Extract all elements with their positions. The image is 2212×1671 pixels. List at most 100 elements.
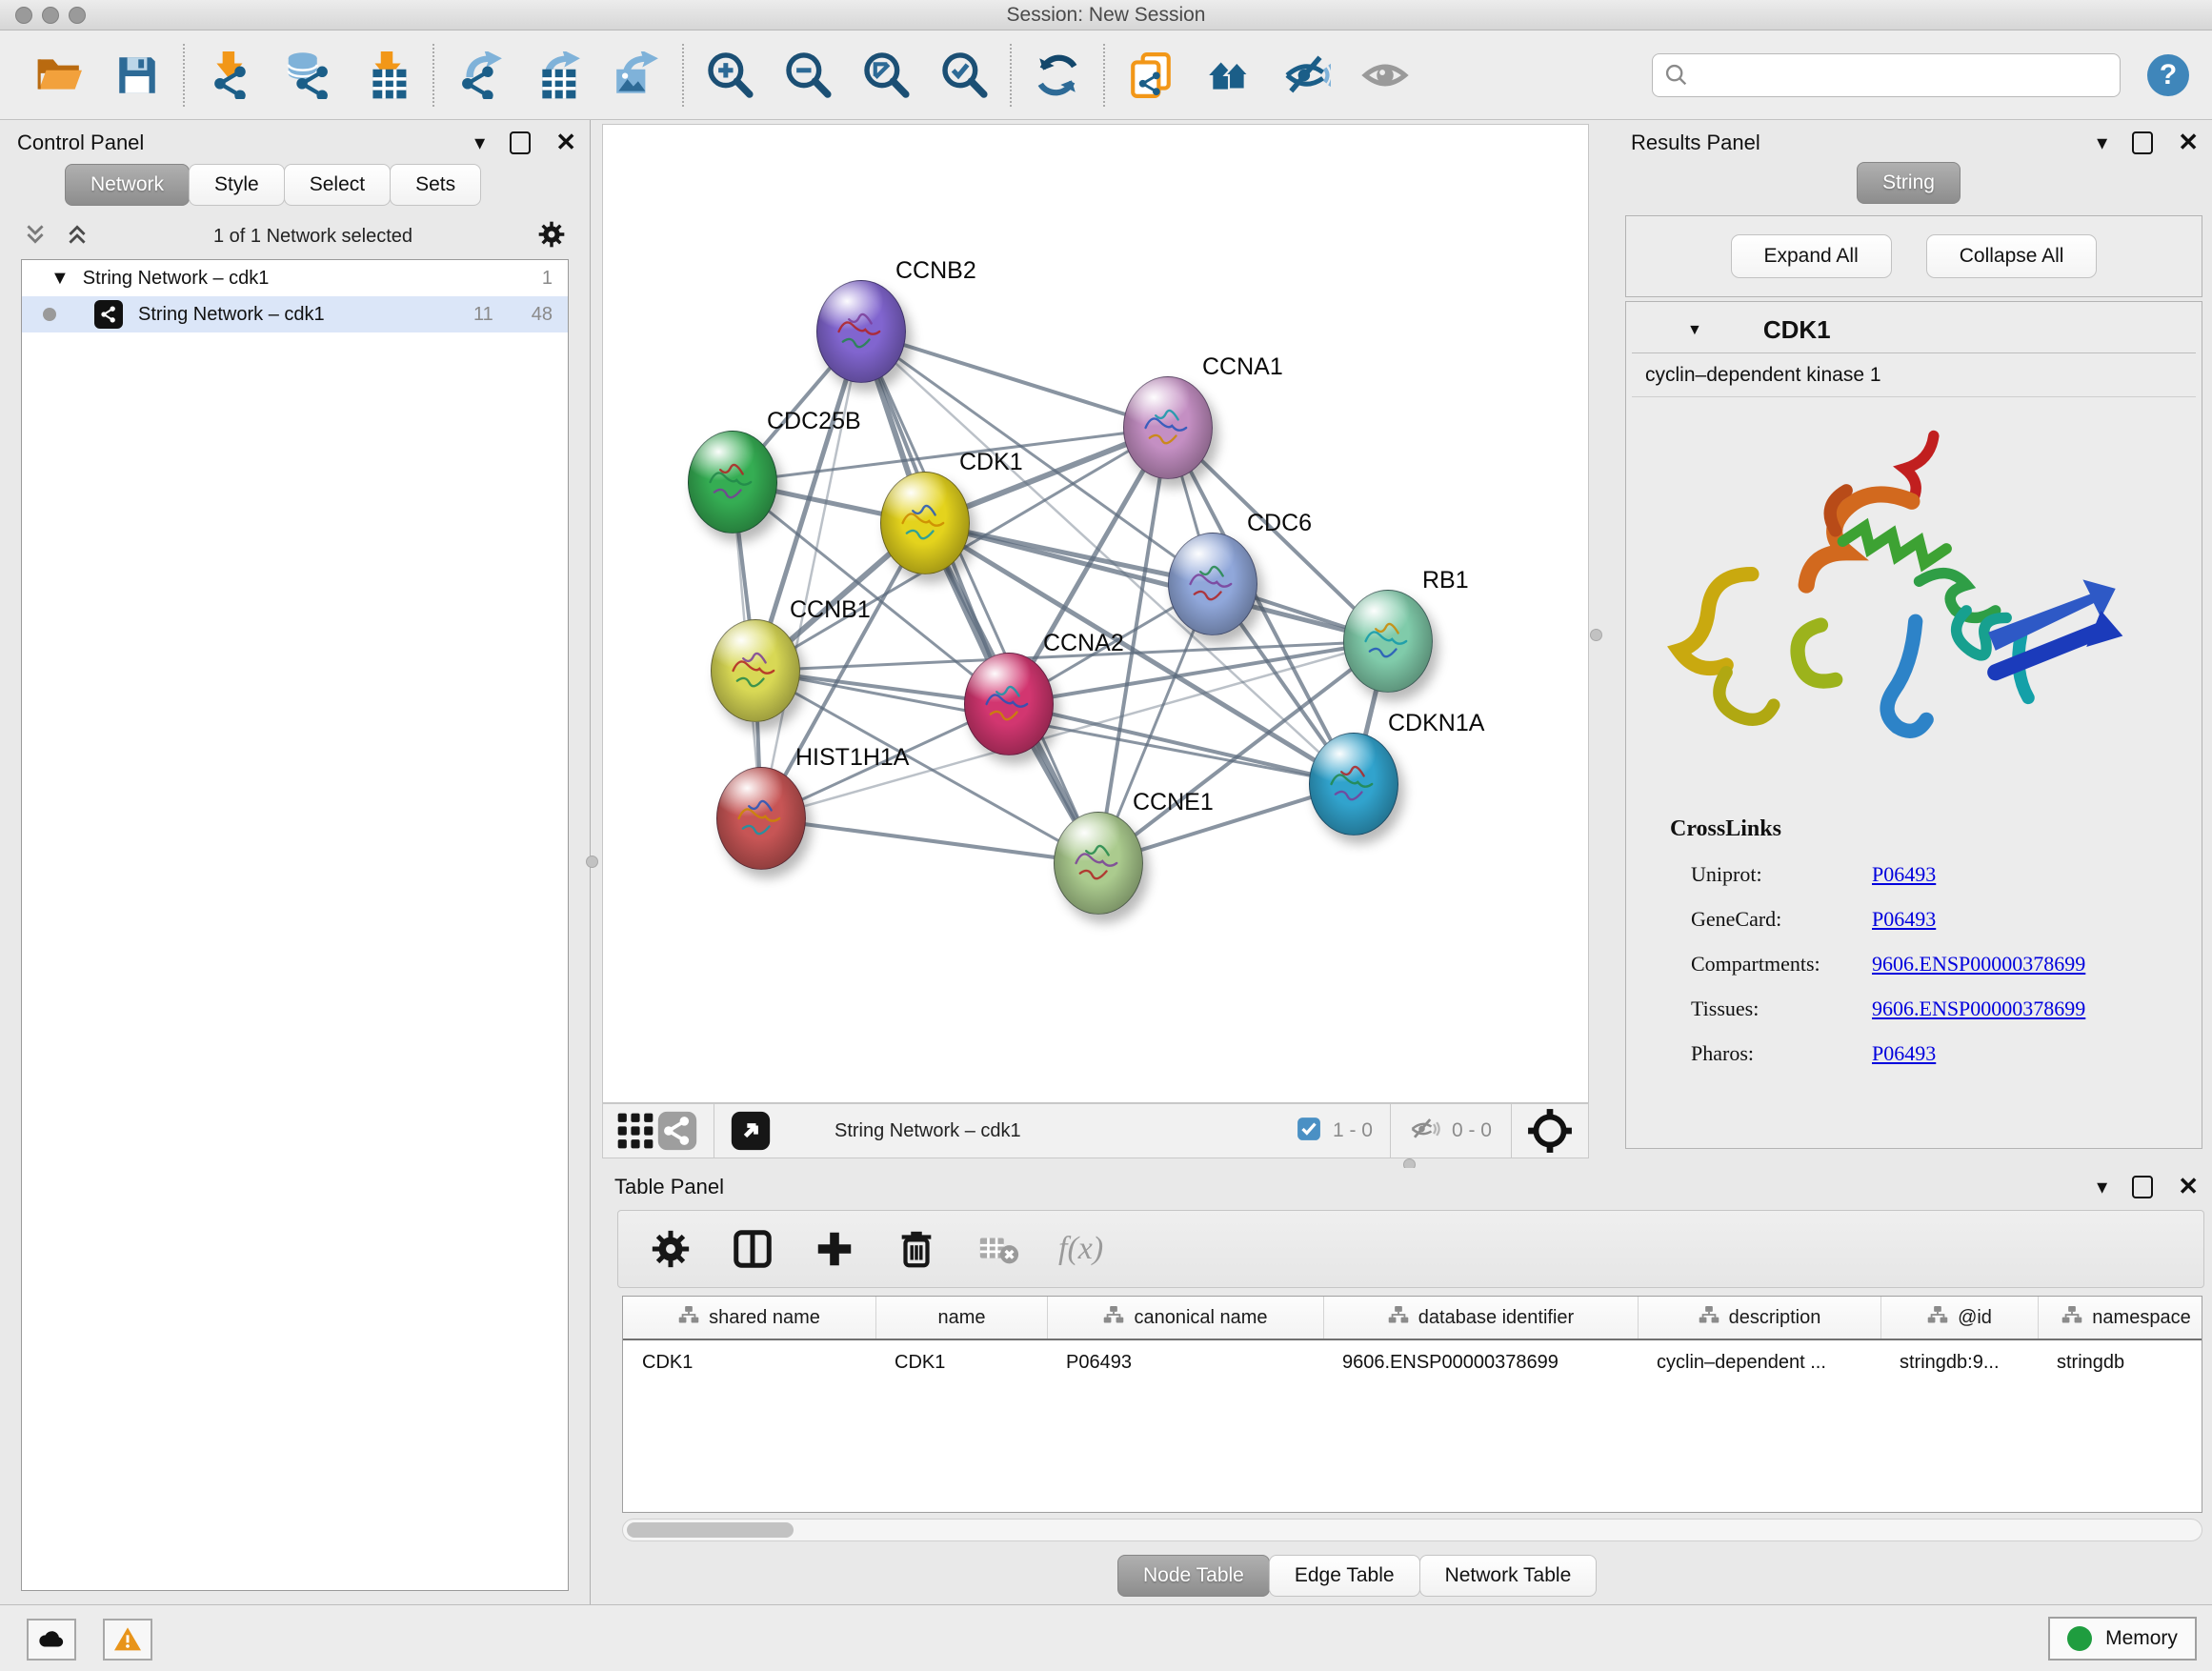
results-panel-menu-icon[interactable]: ▾ — [2097, 131, 2107, 155]
save-session-button[interactable] — [111, 49, 164, 102]
column-header-shared-name[interactable]: shared name — [623, 1297, 875, 1339]
crosslink-pharos-link[interactable]: P06493 — [1872, 1041, 1936, 1066]
crosslink-label: GeneCard: — [1691, 907, 1872, 932]
tab-node-table[interactable]: Node Table — [1117, 1555, 1270, 1597]
delete-column-icon[interactable] — [895, 1227, 938, 1271]
table-panel-float-icon[interactable] — [2132, 1176, 2153, 1198]
navigator-icon[interactable] — [730, 1104, 772, 1158]
tab-network[interactable]: Network — [65, 164, 190, 206]
network-node-CCNA2[interactable] — [964, 653, 1054, 755]
results-panel-close-icon[interactable]: ✕ — [2178, 128, 2199, 157]
column-tree-icon — [2061, 1306, 2082, 1329]
table-cell[interactable]: stringdb:9... — [1880, 1340, 2038, 1384]
control-panel-float-icon[interactable] — [510, 131, 531, 154]
zoom-out-button[interactable] — [781, 49, 835, 102]
table-options-gear-icon[interactable] — [649, 1227, 693, 1271]
network-canvas[interactable]: CCNB2CCNA1CDC25BCDK1CDC6RB1CCNB1CCNA2CDK… — [602, 124, 1589, 1103]
tab-network-table[interactable]: Network Table — [1419, 1555, 1598, 1597]
right-splitter-handle[interactable] — [1590, 629, 1602, 641]
zoom-in-button[interactable] — [703, 49, 756, 102]
network-label: String Network – cdk1 — [138, 304, 325, 326]
left-splitter-handle[interactable] — [586, 856, 598, 868]
crosslink-tissues-link[interactable]: 9606.ENSP00000378699 — [1872, 997, 2085, 1021]
export-image-button[interactable] — [610, 49, 663, 102]
network-node-CDC6[interactable] — [1168, 533, 1257, 635]
expand-all-networks-icon[interactable] — [65, 222, 90, 252]
table-cell[interactable]: CDK1 — [875, 1340, 1047, 1384]
column-header-namespace[interactable]: namespace — [2038, 1297, 2202, 1339]
help-button[interactable]: ? — [2147, 54, 2189, 96]
control-panel-menu-icon[interactable]: ▾ — [474, 131, 485, 155]
column-header-database-identifier[interactable]: database identifier — [1323, 1297, 1638, 1339]
crosslink-uniprot-link[interactable]: P06493 — [1872, 862, 1936, 887]
network-row[interactable]: String Network – cdk1 11 48 — [22, 296, 568, 332]
entry-collapse-icon[interactable]: ▼ — [1687, 322, 1702, 339]
tab-select[interactable]: Select — [284, 164, 391, 206]
crosslink-genecard-link[interactable]: P06493 — [1872, 907, 1936, 932]
tab-sets[interactable]: Sets — [390, 164, 481, 206]
first-neighbors-button[interactable] — [1202, 49, 1256, 102]
create-column-icon[interactable] — [813, 1227, 856, 1271]
network-options-gear-icon[interactable] — [536, 219, 567, 254]
tab-edge-table[interactable]: Edge Table — [1269, 1555, 1420, 1597]
hidden-eye-icon[interactable] — [1408, 1115, 1440, 1148]
show-all-button[interactable] — [1358, 49, 1412, 102]
column-header-canonical-name[interactable]: canonical name — [1047, 1297, 1323, 1339]
entry-header[interactable]: ▼ CDK1 — [1632, 308, 2196, 353]
column-label: @id — [1958, 1307, 1992, 1329]
import-network-database-button[interactable] — [282, 49, 335, 102]
open-file-button[interactable] — [32, 49, 86, 102]
search-input[interactable] — [1652, 53, 2121, 97]
show-columns-icon[interactable] — [731, 1227, 774, 1271]
tab-style[interactable]: Style — [189, 164, 285, 206]
table-horizontal-scrollbar[interactable] — [622, 1519, 2202, 1541]
table-cell[interactable]: 9606.ENSP00000378699 — [1323, 1340, 1638, 1384]
scrollbar-thumb[interactable] — [627, 1522, 794, 1538]
collapse-all-button[interactable]: Collapse All — [1926, 234, 2098, 278]
collapse-all-networks-icon[interactable] — [23, 222, 48, 252]
table-panel-menu-icon[interactable]: ▾ — [2097, 1175, 2107, 1199]
table-cell[interactable]: P06493 — [1047, 1340, 1323, 1384]
memory-status-dot — [2067, 1626, 2092, 1651]
table-cell[interactable]: stringdb — [2038, 1340, 2202, 1384]
hide-selected-button[interactable] — [1280, 49, 1334, 102]
export-table-button[interactable] — [532, 49, 585, 102]
copy-network-button[interactable] — [1124, 49, 1177, 102]
import-table-button[interactable] — [360, 49, 413, 102]
network-node-CDK1[interactable] — [880, 472, 970, 574]
network-node-CDKN1A[interactable] — [1309, 733, 1398, 836]
crosslink-compartments-link[interactable]: 9606.ENSP00000378699 — [1872, 952, 2085, 976]
column-header-name[interactable]: name — [875, 1297, 1047, 1339]
fit-selected-crosshair-icon[interactable] — [1525, 1104, 1575, 1158]
tab-string[interactable]: String — [1857, 162, 1961, 204]
table-row[interactable]: CDK1CDK1P064939606.ENSP00000378699cyclin… — [623, 1340, 2202, 1384]
grid-mode-icon[interactable] — [614, 1104, 656, 1158]
control-panel-close-icon[interactable]: ✕ — [555, 128, 576, 157]
network-collection-row[interactable]: ▼ String Network – cdk1 1 — [22, 260, 568, 296]
results-panel-float-icon[interactable] — [2132, 131, 2153, 154]
warnings-button[interactable] — [103, 1619, 152, 1661]
network-node-HIST1H1A[interactable] — [716, 767, 806, 870]
column-header-description[interactable]: description — [1638, 1297, 1880, 1339]
memory-button[interactable]: Memory — [2048, 1617, 2197, 1661]
network-mode-icon[interactable] — [656, 1104, 698, 1158]
network-node-CCNE1[interactable] — [1054, 812, 1143, 915]
zoom-selected-button[interactable] — [937, 49, 991, 102]
network-node-CDC25B[interactable] — [688, 431, 777, 534]
network-node-CCNB1[interactable] — [711, 619, 800, 722]
import-network-file-button[interactable] — [204, 49, 257, 102]
export-network-button[interactable] — [453, 49, 507, 102]
table-panel-close-icon[interactable]: ✕ — [2178, 1172, 2199, 1201]
table-cell[interactable]: cyclin–dependent ... — [1638, 1340, 1880, 1384]
column-header-id[interactable]: @id — [1880, 1297, 2038, 1339]
expand-all-button[interactable]: Expand All — [1731, 234, 1892, 278]
table-cell[interactable]: CDK1 — [623, 1340, 875, 1384]
collection-expand-icon[interactable]: ▼ — [50, 268, 70, 290]
network-node-CCNA1[interactable] — [1123, 376, 1213, 479]
refresh-button[interactable] — [1031, 49, 1084, 102]
network-node-RB1[interactable] — [1343, 590, 1433, 693]
zoom-fit-button[interactable] — [859, 49, 913, 102]
network-node-CCNB2[interactable] — [816, 280, 906, 383]
cloud-services-button[interactable] — [27, 1619, 76, 1661]
selected-checkbox-icon[interactable] — [1297, 1117, 1321, 1146]
